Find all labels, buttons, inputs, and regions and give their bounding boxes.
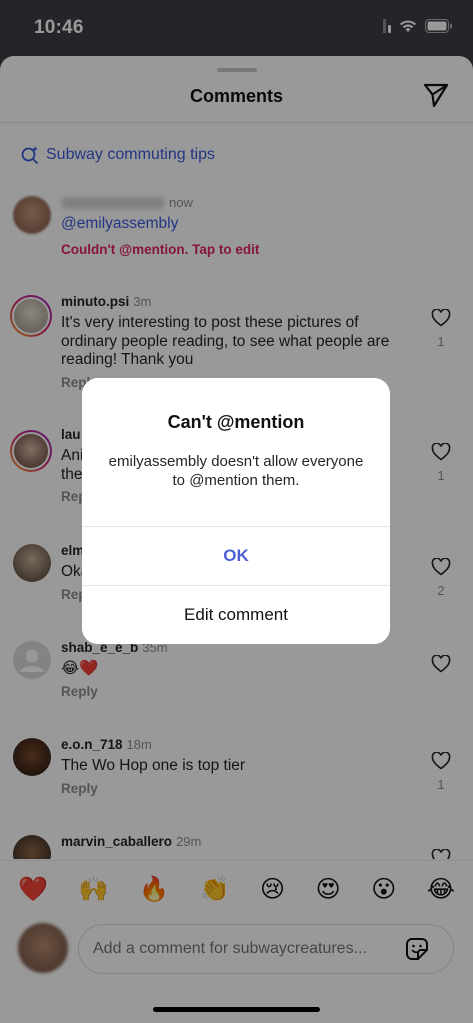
ok-button[interactable]: OK	[82, 527, 390, 585]
home-indicator[interactable]	[153, 1007, 320, 1012]
alert-title: Can't @mention	[167, 412, 305, 432]
cant-mention-alert: Can't @mention emilyassembly doesn't all…	[82, 378, 390, 644]
edit-comment-button[interactable]: Edit comment	[82, 586, 390, 644]
alert-message: emilyassembly doesn't allow everyone to …	[108, 453, 364, 489]
